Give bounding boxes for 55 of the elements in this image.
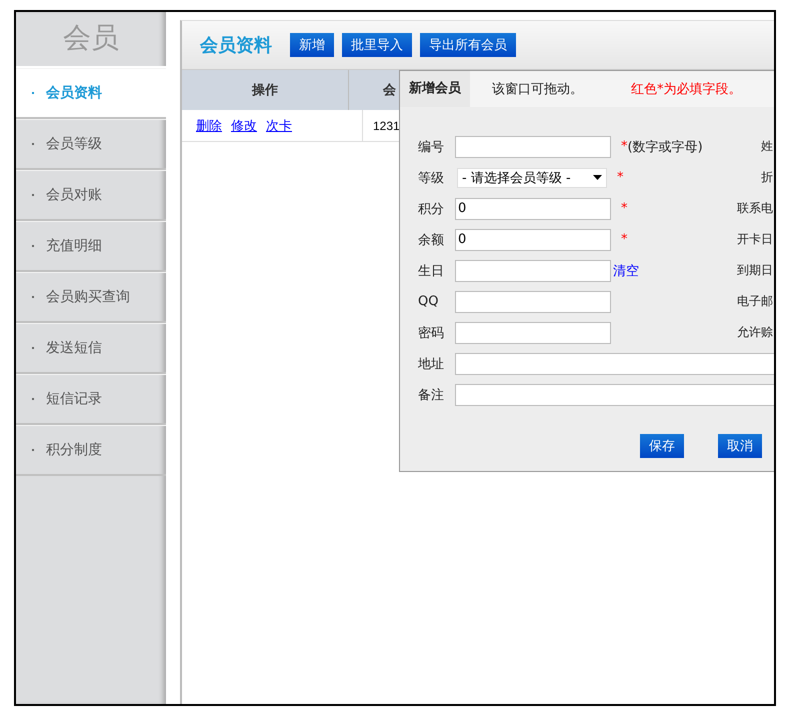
- action-link[interactable]: 次卡: [266, 116, 292, 134]
- column-header: 操作: [182, 70, 349, 110]
- field-note: (数字或字母): [628, 138, 703, 156]
- sidebar-item[interactable]: 充值明细: [16, 221, 166, 272]
- field-label: QQ: [418, 294, 440, 309]
- input-field[interactable]: [455, 384, 774, 406]
- field-label: 联系电: [737, 200, 773, 217]
- dialog-title: 新增会员: [400, 71, 470, 107]
- field-label: 姓: [761, 138, 773, 155]
- input-field[interactable]: 0: [455, 228, 611, 250]
- page-title: 会员资料: [200, 34, 272, 57]
- field-label: 地址: [418, 356, 445, 372]
- sidebar-item[interactable]: 会员对账: [16, 170, 166, 221]
- sidebar-item[interactable]: 短信记录: [16, 374, 166, 425]
- level-select[interactable]: - 请选择会员等级 -: [457, 168, 607, 188]
- field-label: 开卡日: [737, 231, 773, 248]
- sidebar-item[interactable]: 会员资料: [16, 68, 166, 119]
- field-label: 电子邮: [737, 293, 773, 310]
- required-mark: *: [621, 232, 628, 247]
- table-cell-text: 1231: [372, 118, 400, 134]
- field-label: 到期日: [737, 262, 773, 279]
- required-hint: 红色*为必填字段。: [631, 81, 742, 98]
- input-field[interactable]: [455, 260, 611, 282]
- action-link[interactable]: 删除: [196, 116, 222, 134]
- column-header: 会: [382, 82, 396, 100]
- field-label: 折: [761, 169, 773, 186]
- sidebar-item[interactable]: 积分制度: [16, 425, 166, 476]
- dialog-hint: 该窗口可拖动。: [492, 81, 583, 98]
- toolbar-button[interactable]: 导出所有会员: [420, 33, 516, 57]
- field-label: 生日: [418, 262, 445, 280]
- field-label: 备注: [418, 386, 445, 404]
- sidebar-item[interactable]: 发送短信: [16, 323, 166, 374]
- input-field[interactable]: 0: [455, 198, 611, 220]
- input-field[interactable]: [455, 322, 611, 344]
- input-field[interactable]: [455, 290, 611, 312]
- input-field[interactable]: [455, 352, 774, 374]
- input-field[interactable]: [455, 136, 611, 158]
- caret-icon: [593, 175, 602, 180]
- sidebar-item[interactable]: 会员购买查询: [16, 272, 166, 323]
- required-mark: *: [621, 201, 628, 216]
- toolbar-button[interactable]: 新增: [290, 33, 334, 57]
- required-mark: *: [621, 139, 628, 154]
- clear-link[interactable]: 清空: [613, 262, 639, 280]
- field-label: 允许赊: [737, 324, 773, 341]
- field-label: 余额: [418, 232, 445, 248]
- sidebar-item[interactable]: 会员等级: [16, 119, 166, 170]
- field-label: 等级: [418, 170, 445, 186]
- dialog-button[interactable]: 保存: [640, 434, 684, 458]
- field-label: 积分: [418, 200, 445, 218]
- dialog-button[interactable]: 取消: [718, 434, 762, 458]
- field-label: 编号: [418, 138, 445, 156]
- field-label: 密码: [418, 324, 445, 342]
- required-mark: *: [617, 170, 624, 185]
- toolbar-button[interactable]: 批里导入: [342, 33, 412, 57]
- action-link[interactable]: 修改: [231, 116, 257, 134]
